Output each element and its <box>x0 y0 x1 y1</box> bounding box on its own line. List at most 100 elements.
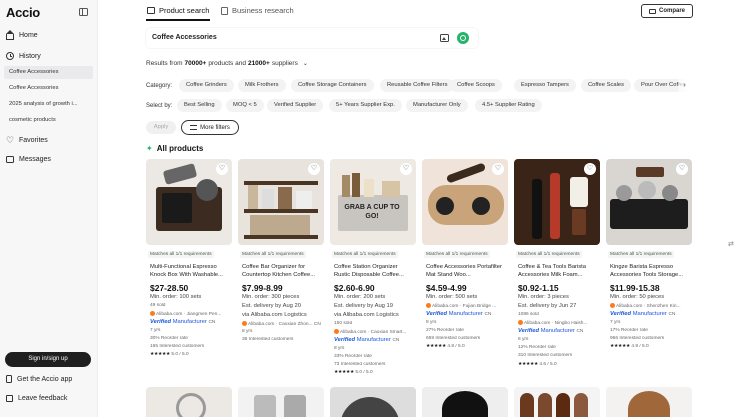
category-chip[interactable]: Coffee Storage Containers <box>291 79 374 92</box>
product-image[interactable] <box>422 387 508 417</box>
heart-icon[interactable]: ♡ <box>216 163 228 175</box>
country-code: CN <box>668 312 676 317</box>
match-badge: Matches all 1/1 requirements <box>148 251 214 258</box>
filter-chip[interactable]: 5+ Years Supplier Exp. <box>329 99 402 112</box>
heart-icon[interactable]: ♡ <box>584 163 596 175</box>
filter-chip[interactable]: 4.5+ Supplier Rating <box>475 99 542 112</box>
product-image[interactable]: ♡ <box>422 159 508 245</box>
signin-button[interactable]: Sign in/sign up <box>5 352 91 367</box>
heart-icon[interactable]: ♡ <box>676 163 688 175</box>
product-card[interactable]: ♡ Matches all 1/1 requirements Multi-Fun… <box>146 159 232 359</box>
heart-icon[interactable]: ♡ <box>492 163 504 175</box>
rating-value: 5.0 / 5.0 <box>355 370 373 375</box>
rating-stars: ★★★★★ <box>426 344 447 349</box>
rating-stars: ★★★★★ <box>334 370 355 375</box>
supplier-years: 8 yrs <box>242 329 253 334</box>
sidebar: Accio Home History Coffee Accessories Co… <box>0 0 98 417</box>
category-chip[interactable]: Espresso Tampers <box>514 79 576 92</box>
reorder-rate: 17% Reorder rate <box>610 328 648 333</box>
compare-button[interactable]: Compare <box>641 4 693 18</box>
chevron-down-icon[interactable]: ⌄ <box>303 60 308 67</box>
heart-icon[interactable]: ♡ <box>400 163 412 175</box>
product-image[interactable]: ♡ <box>606 159 692 245</box>
history-item[interactable]: Coffee Accessories <box>4 66 93 79</box>
get-app-link[interactable]: Get the Accio app <box>6 375 72 383</box>
history-icon <box>6 52 14 60</box>
product-card[interactable]: ♡ Matches all 1/1 requirements Coffee & … <box>514 159 600 359</box>
product-card[interactable]: ♡ Matches all 1/1 requirements Kingze Ba… <box>606 159 692 359</box>
rating: ★★★★★ 5.0 / 5.0 <box>334 370 416 375</box>
supplier-name: Alibaba.com · Caoxian Zhon... <box>248 322 313 327</box>
category-chip[interactable]: Coffee Grinders <box>179 79 234 92</box>
history-item[interactable]: 2025 analysis of growth i... <box>4 98 93 111</box>
product-title[interactable]: Coffee Accessories Portafilter Mat Stand… <box>426 264 506 279</box>
selectby-label: Select by: <box>146 103 173 109</box>
nav-history[interactable]: History <box>6 52 41 60</box>
verified-manufacturer: Verified Manufacturer CN <box>518 328 600 334</box>
nav-messages[interactable]: Messages <box>6 156 51 163</box>
product-image[interactable] <box>514 387 600 417</box>
collapse-sidebar-icon[interactable] <box>79 8 88 16</box>
filter-chip[interactable]: Best Selling <box>177 99 222 112</box>
match-badge: Matches all 1/1 requirements <box>332 251 398 258</box>
history-item[interactable]: cosmetic products <box>4 114 93 127</box>
more-filters-button[interactable]: More filters <box>181 120 239 135</box>
product-card[interactable]: GRAB A CUP TO GO! ♡ Matches all 1/1 requ… <box>330 159 416 359</box>
verified-label: Verified <box>518 328 540 334</box>
product-card[interactable]: ♡ Matches all 1/1 requirements Coffee Ac… <box>422 159 508 359</box>
interested-customers: 659 Interested customers <box>426 336 481 341</box>
product-image[interactable]: ♡ <box>238 159 324 245</box>
product-supplier[interactable]: Alibaba.com · Fujian Bridge ... <box>426 303 508 309</box>
verified-manufacturer: Verified Manufacturer CN <box>150 319 232 325</box>
product-supplier[interactable]: Alibaba.com · Jiangmen Pen... <box>150 311 232 317</box>
product-image[interactable] <box>238 387 324 417</box>
image-search-icon[interactable] <box>440 34 449 42</box>
product-title[interactable]: Coffee & Tea Tools Barista Accessories M… <box>518 264 598 279</box>
chevron-right-icon[interactable]: › <box>678 79 691 92</box>
country-code: CN <box>392 338 400 343</box>
translate-icon[interactable]: ⇄ <box>728 240 734 248</box>
verified-label: Verified <box>610 311 632 317</box>
filter-chip[interactable]: Verified Supplier <box>267 99 324 112</box>
product-title[interactable]: Multi-Functional Espresso Knock Box With… <box>150 264 230 279</box>
app-logo[interactable]: Accio <box>6 5 40 20</box>
product-supplier[interactable]: Alibaba.com · Ningbo Haish... <box>518 320 600 326</box>
feedback-icon <box>6 395 13 402</box>
search-input[interactable]: Coffee Accessories <box>146 28 478 48</box>
product-image[interactable] <box>330 387 416 417</box>
tab-product-search[interactable]: Product search <box>147 6 209 15</box>
product-title[interactable]: Coffee Station Organizer Rustic Disposab… <box>334 264 414 279</box>
product-title[interactable]: Kingze Barista Espresso Accessories Tool… <box>610 264 690 279</box>
filter-chip[interactable]: MOQ < 5 <box>226 99 264 112</box>
product-image[interactable] <box>606 387 692 417</box>
product-image[interactable]: ♡ <box>146 159 232 245</box>
product-image[interactable] <box>146 387 232 417</box>
nav-home[interactable]: Home <box>5 29 38 40</box>
filter-chip[interactable]: Manufacturer Only <box>406 99 468 112</box>
nav-favorites[interactable]: ♡ Favorites <box>6 136 48 145</box>
heart-icon[interactable]: ♡ <box>308 163 320 175</box>
search-submit-button[interactable] <box>457 32 469 44</box>
delivery-estimate: Est. delivery by Aug 20 <box>242 303 301 309</box>
product-image[interactable]: GRAB A CUP TO GO! ♡ <box>330 159 416 245</box>
category-chip[interactable]: Milk Frothers <box>238 79 286 92</box>
verified-manufacturer: Verified Manufacturer CN <box>426 311 508 317</box>
apply-button[interactable]: Apply <box>146 121 176 134</box>
product-card[interactable]: ♡ Matches all 1/1 requirements Coffee Ba… <box>238 159 324 359</box>
category-chip[interactable]: Coffee Scales <box>581 79 631 92</box>
history-item[interactable]: Coffee Accessories <box>4 82 93 95</box>
product-title[interactable]: Coffee Bar Organizer for Countertop Kitc… <box>242 264 322 279</box>
feedback-link[interactable]: Leave feedback <box>6 395 67 402</box>
product-supplier[interactable]: Alibaba.com · Caoxian Smart... <box>334 329 416 335</box>
tab-business-research[interactable]: Business research <box>221 6 294 15</box>
delivery-estimate: Est. delivery by Jun 27 <box>518 303 577 309</box>
category-chip[interactable]: Coffee Scoops <box>450 79 502 92</box>
product-moq: Min. order: 200 sets <box>334 294 386 300</box>
reorder-rate: 33% Reorder rate <box>334 354 372 359</box>
nav-home-label: Home <box>19 32 38 39</box>
box-icon <box>147 7 155 14</box>
product-supplier[interactable]: Alibaba.com · Shenzhen Kin... <box>610 303 692 309</box>
product-supplier[interactable]: Alibaba.com · Caoxian Zhon... CN <box>242 321 324 327</box>
product-image[interactable]: ♡ <box>514 159 600 245</box>
category-chip[interactable]: Reusable Coffee Filters <box>380 79 455 92</box>
